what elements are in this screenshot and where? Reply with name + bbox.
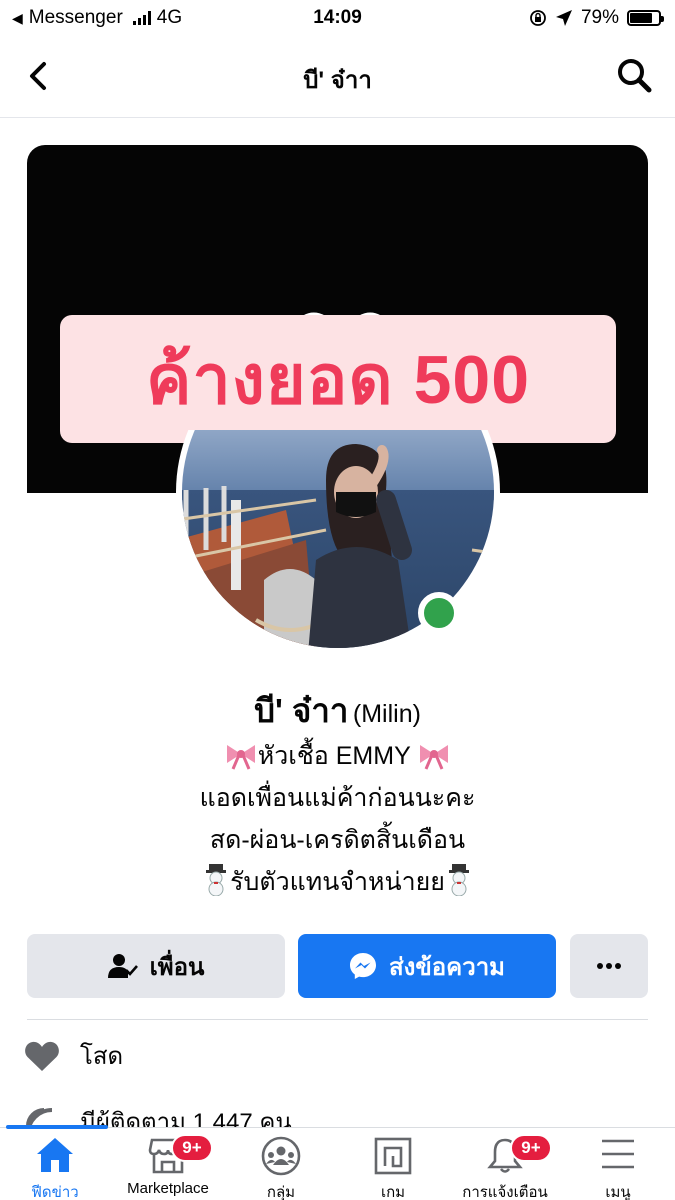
tab-groups[interactable]: กลุ่ม [226, 1128, 336, 1200]
tab-gaming[interactable]: เกม [338, 1128, 448, 1200]
bio-line-2: แอดเพื่อนแม่ค้าก่อนนะคะ [199, 784, 476, 812]
overlay-text: ค้างยอด 500 [145, 342, 531, 418]
tab-label: กลุ่ม [266, 1184, 296, 1200]
header-divider [0, 117, 675, 118]
tab-menu[interactable]: เมนู [563, 1128, 673, 1200]
more-options-button[interactable] [570, 934, 648, 998]
battery-percent: 79% [580, 7, 619, 28]
status-right: 79% [529, 7, 664, 29]
profile-bio: หัวเชื้อ EMMY แอดเพื่อนแม่ค้าก่อนนะคะ สด… [0, 735, 675, 903]
gaming-icon [374, 1137, 412, 1175]
search-button[interactable] [615, 56, 653, 94]
bio-line-1-text: หัวเชื้อ EMMY [257, 742, 418, 770]
page-title: บี' จ๋าา [303, 67, 372, 94]
friends-button-label: เพื่อน [149, 953, 205, 981]
section-divider [27, 1019, 648, 1020]
tab-label: Marketplace [127, 1180, 209, 1197]
relationship-row: โสด [24, 1036, 123, 1075]
location-icon [555, 10, 572, 26]
bio-line-1: หัวเชื้อ EMMY [0, 735, 675, 777]
send-message-button[interactable]: ส่งข้อความ [298, 934, 556, 998]
snowman-icon [206, 864, 227, 896]
send-message-label: ส่งข้อความ [388, 953, 505, 981]
tab-notifications[interactable]: 9+ การแจ้งเตือน [450, 1128, 560, 1200]
heart-icon [25, 1041, 59, 1071]
ribbon-icon [226, 745, 255, 770]
orientation-lock-icon [530, 10, 546, 26]
battery-icon [627, 10, 664, 26]
menu-icon [602, 1139, 634, 1169]
profile-alt-name: (Milin) [352, 700, 421, 728]
groups-icon [261, 1136, 301, 1176]
home-icon [37, 1138, 73, 1172]
tab-label: การแจ้งเตือน [462, 1184, 548, 1200]
more-dots-icon [597, 963, 621, 969]
bio-line-3: สด-ผ่อน-เครดิตสิ้นเดือน [209, 826, 466, 854]
bio-line-4: รับตัวแทนจำหน่ายย [0, 861, 675, 903]
profile-name: บี' จ๋าา [254, 692, 349, 729]
tab-label: เกม [380, 1184, 406, 1200]
snowman-icon [448, 864, 469, 896]
profile-name-line: บี' จ๋าา (Milin) [0, 684, 675, 737]
marketplace-badge: 9+ [171, 1134, 213, 1162]
search-icon [618, 59, 652, 93]
notifications-badge: 9+ [510, 1134, 552, 1162]
tab-news-feed[interactable]: ฟีดข่าว [0, 1128, 110, 1200]
tab-marketplace[interactable]: 9+ Marketplace [113, 1128, 223, 1200]
relationship-status: โสด [80, 1043, 124, 1070]
friends-button[interactable]: เพื่อน [27, 934, 285, 998]
friend-check-icon [107, 954, 138, 978]
messenger-icon [349, 953, 376, 979]
online-status-indicator [418, 592, 460, 634]
ribbon-icon [420, 745, 449, 770]
tab-label: ฟีดข่าว [31, 1184, 79, 1200]
status-bar: ◀ Messenger 4G 14:09 79% [0, 0, 675, 36]
profile-header: บี' จ๋าา [0, 40, 675, 112]
bio-line-4-text: รับตัวแทนจำหน่ายย [230, 868, 445, 896]
cover-text-overlay: ค้างยอด 500 [60, 315, 616, 443]
bottom-tab-bar: ฟีดข่าว 9+ Marketplace กลุ่ม เกม 9+ การแ… [0, 1125, 675, 1200]
tab-label: เมนู [605, 1184, 631, 1200]
